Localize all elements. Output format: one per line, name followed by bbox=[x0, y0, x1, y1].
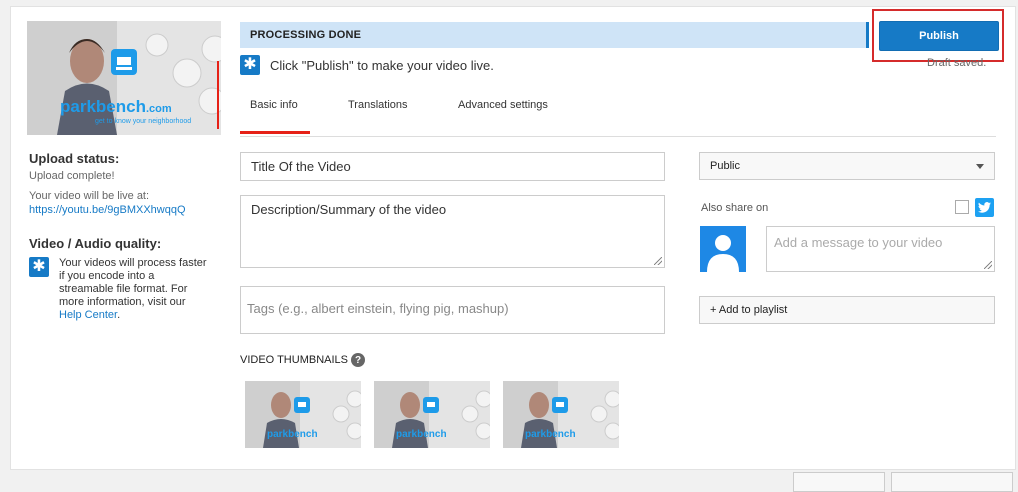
thumbnail-option-3[interactable]: parkbench bbox=[503, 381, 619, 448]
privacy-selected: Public bbox=[710, 160, 740, 172]
upload-status-heading: Upload status: bbox=[29, 151, 120, 166]
share-message-input[interactable]: Add a message to your video bbox=[766, 226, 995, 272]
star-badge-icon: ✱ bbox=[29, 257, 49, 277]
footer-button-left[interactable] bbox=[793, 472, 885, 492]
title-input[interactable]: Title Of the Video bbox=[240, 152, 665, 181]
quality-trailing: . bbox=[117, 309, 121, 321]
thumbnails-heading: VIDEO THUMBNAILS ? bbox=[240, 353, 365, 367]
resize-handle-icon[interactable] bbox=[984, 261, 992, 269]
avatar-icon bbox=[700, 226, 746, 272]
share-message-placeholder: Add a message to your video bbox=[774, 235, 943, 250]
brand-tagline: get to know your neighborhood bbox=[95, 118, 192, 125]
publish-hint-text: Click "Publish" to make your video live. bbox=[270, 57, 494, 73]
publish-button[interactable]: Publish bbox=[879, 21, 999, 51]
privacy-select[interactable]: Public bbox=[699, 152, 995, 180]
tab-basic-info[interactable]: Basic info bbox=[240, 99, 310, 134]
twitter-icon bbox=[975, 198, 994, 217]
draft-status: Draft saved. bbox=[927, 57, 987, 69]
thumbnail-option-2[interactable]: parkbench bbox=[374, 381, 490, 448]
tags-input[interactable]: Tags (e.g., albert einstein, flying pig,… bbox=[240, 286, 665, 334]
resize-handle-icon[interactable] bbox=[654, 257, 662, 265]
processing-status: PROCESSING DONE bbox=[250, 29, 362, 41]
share-twitter-checkbox[interactable] bbox=[955, 200, 969, 214]
share-label: Also share on bbox=[701, 202, 769, 214]
help-icon[interactable]: ? bbox=[351, 353, 365, 367]
svg-text:parkbench: parkbench bbox=[396, 429, 447, 440]
status-panel: Upload status: Upload complete! Your vid… bbox=[29, 151, 209, 322]
brand-logo: parkbench.com bbox=[60, 97, 172, 116]
processing-banner: PROCESSING DONE bbox=[240, 22, 869, 48]
thumbnail-option-1[interactable]: parkbench bbox=[245, 381, 361, 448]
description-value: Description/Summary of the video bbox=[251, 202, 447, 217]
svg-text:parkbench: parkbench bbox=[267, 429, 318, 440]
dropdown-caret-icon bbox=[976, 164, 984, 169]
progress-indicator bbox=[217, 61, 219, 129]
quality-info: ✱ Your videos will process faster if you… bbox=[29, 257, 209, 322]
video-url-link[interactable]: https://youtu.be/9gBMXXhwqqQ bbox=[29, 204, 186, 216]
upload-status-text: Upload complete! bbox=[29, 170, 115, 182]
tab-bar: Basic info Translations Advanced setting… bbox=[240, 95, 996, 137]
publish-hint: ✱ Click "Publish" to make your video liv… bbox=[240, 55, 494, 75]
quality-text: Your videos will process faster if you e… bbox=[59, 257, 207, 308]
thumbnails-label: VIDEO THUMBNAILS bbox=[240, 354, 348, 366]
help-center-link[interactable]: Help Center bbox=[59, 309, 117, 321]
tab-translations[interactable]: Translations bbox=[348, 99, 408, 111]
description-textarea[interactable]: Description/Summary of the video bbox=[240, 195, 665, 268]
add-to-playlist-button[interactable]: + Add to playlist bbox=[699, 296, 995, 324]
video-thumbnail: parkbench.com get to know your neighborh… bbox=[27, 21, 221, 135]
star-badge-icon: ✱ bbox=[240, 55, 260, 75]
live-at-label: Your video will be live at: bbox=[29, 190, 150, 202]
tab-advanced-settings[interactable]: Advanced settings bbox=[458, 99, 548, 111]
upload-card: parkbench.com get to know your neighborh… bbox=[10, 6, 1016, 470]
footer-button-right[interactable] bbox=[891, 472, 1013, 492]
svg-text:parkbench: parkbench bbox=[525, 429, 576, 440]
quality-heading: Video / Audio quality: bbox=[29, 236, 162, 251]
